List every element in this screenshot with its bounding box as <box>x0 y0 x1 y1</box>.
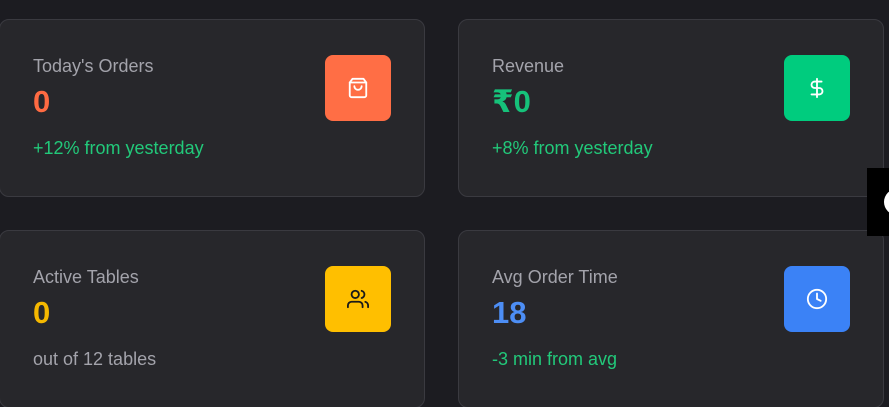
stat-card-active-tables: Active Tables 0 out of 12 tables <box>0 230 425 407</box>
stat-value: ₹0 <box>492 84 531 119</box>
stat-value: 0 <box>33 84 51 119</box>
stat-value: 0 <box>33 295 51 330</box>
stat-icon-box <box>325 266 391 332</box>
stat-card-revenue: Revenue ₹0 +8% from yesterday <box>458 19 884 197</box>
stat-icon-box <box>784 55 850 121</box>
side-toggle-tab[interactable] <box>867 168 889 236</box>
toggle-knob[interactable] <box>884 189 889 215</box>
stat-change: out of 12 tables <box>33 349 157 369</box>
stat-label: Avg Order Time <box>492 267 618 287</box>
stat-card-todays-orders: Today's Orders 0 +12% from yesterday <box>0 19 425 197</box>
stat-change: +8% from yesterday <box>492 138 653 158</box>
stat-label: Today's Orders <box>33 56 154 76</box>
stat-change: +12% from yesterday <box>33 138 204 158</box>
stat-icon-box <box>784 266 850 332</box>
stat-card-avg-order-time: Avg Order Time 18 -3 min from avg <box>458 230 884 407</box>
stat-label: Revenue <box>492 56 565 76</box>
stat-change: -3 min from avg <box>492 349 618 369</box>
dashboard-stats: Today's Orders 0 +12% from yesterday Rev… <box>0 0 889 407</box>
clock-icon <box>806 288 828 310</box>
users-icon <box>347 288 369 310</box>
stat-icon-box <box>325 55 391 121</box>
stat-label: Active Tables <box>33 267 139 287</box>
dollar-icon <box>806 77 828 99</box>
stat-value: 18 <box>492 295 527 330</box>
shopping-bag-icon <box>347 77 369 99</box>
